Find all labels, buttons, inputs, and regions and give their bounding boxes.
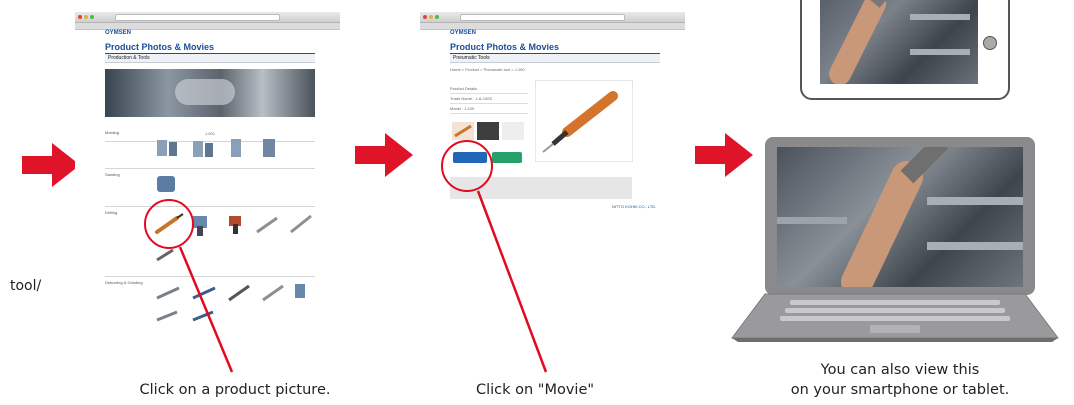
caption-click-movie: Click on "Movie" — [475, 382, 595, 398]
pointer-lines — [178, 190, 548, 373]
caption-view-line1: You can also view this — [820, 362, 980, 378]
caption-click-product: Click on a product picture. — [139, 382, 331, 398]
caption-view-line2: on your smartphone or tablet. — [790, 382, 1010, 398]
